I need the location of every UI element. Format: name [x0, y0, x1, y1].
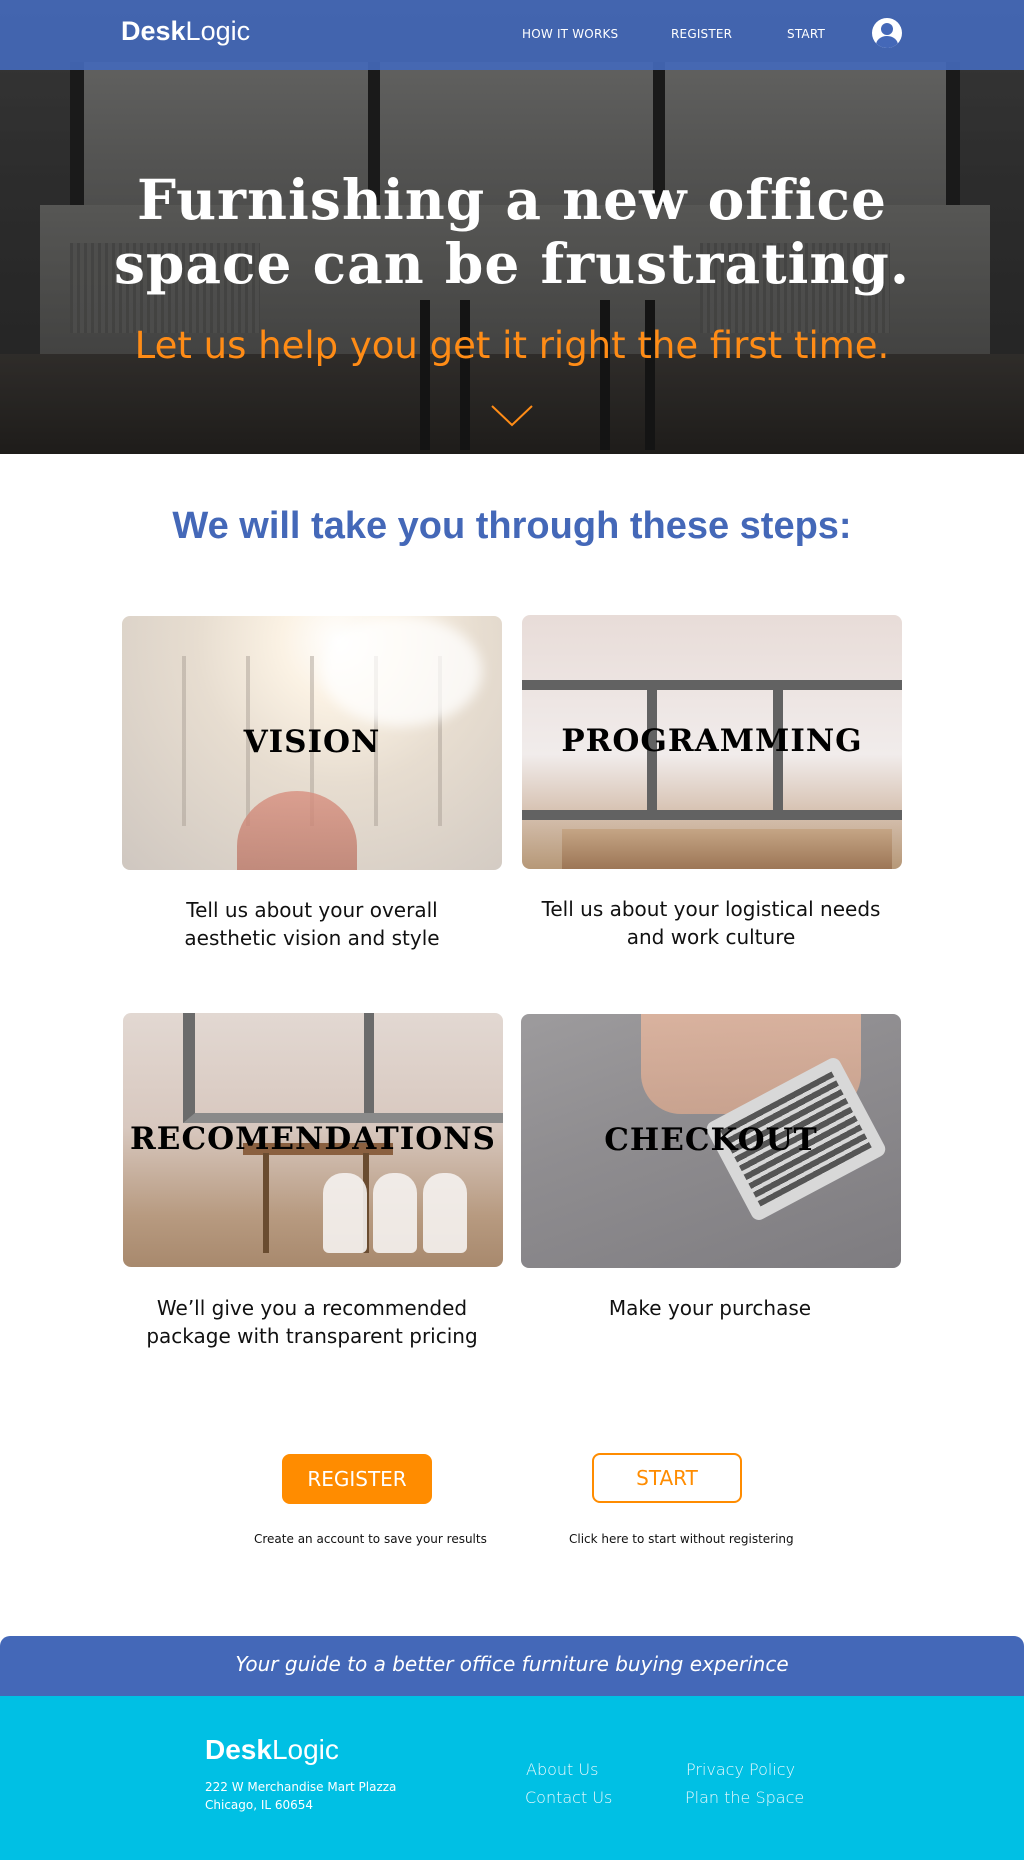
step-card-label: CHECKOUT [604, 1122, 818, 1158]
tagline-bar: Your guide to a better office furniture … [0, 1636, 1024, 1696]
step-description-recomendations: We’ll give you a recommended package wit… [112, 1294, 512, 1350]
footer-link-about-us[interactable]: About Us [526, 1760, 598, 1779]
card-image-chair [323, 1173, 367, 1253]
hero-section: DeskLogic HOW IT WORKS REGISTER START Fu… [0, 0, 1024, 454]
footer-link-plan-the-space[interactable]: Plan the Space [685, 1788, 804, 1807]
step-description-line: and work culture [626, 925, 796, 949]
footer-brand-logo[interactable]: DeskLogic [205, 1734, 339, 1766]
step-card-label: RECOMENDATIONS [130, 1121, 496, 1157]
avatar-shoulders [876, 36, 898, 48]
card-image-window [183, 1013, 503, 1123]
brand-logo-bold: Desk [205, 1734, 272, 1765]
avatar-head [881, 23, 893, 35]
card-image-glare [322, 616, 482, 726]
step-description-line: Make your purchase [608, 1296, 812, 1320]
register-button[interactable]: REGISTER [282, 1454, 432, 1504]
step-description-line: aesthetic vision and style [184, 926, 440, 950]
brand-logo-light: Logic [271, 1734, 339, 1765]
footer-tagline: Your guide to a better office furniture … [235, 1652, 789, 1676]
step-card-recomendations[interactable]: RECOMENDATIONS [123, 1013, 503, 1267]
steps-heading: We will take you through these steps: [172, 505, 852, 547]
nav-link-how-it-works[interactable]: HOW IT WORKS [522, 27, 618, 41]
hero-subtitle: Let us help you get it right the first t… [134, 324, 890, 367]
card-image-chair [373, 1173, 417, 1253]
site-footer: DeskLogic 222 W Merchandise Mart Plazza … [0, 1696, 1024, 1860]
step-card-label: PROGRAMMING [561, 723, 863, 759]
footer-link-privacy-policy[interactable]: Privacy Policy [686, 1760, 795, 1779]
brand-logo[interactable]: DeskLogic [121, 16, 250, 47]
step-description-line: We’ll give you a recommended [156, 1296, 468, 1320]
step-description-vision: Tell us about your overall aesthetic vis… [112, 896, 512, 952]
start-caption: Click here to start without registering [569, 1532, 794, 1546]
register-caption: Create an account to save your results [254, 1532, 487, 1546]
chevron-down-icon[interactable] [491, 404, 533, 428]
user-avatar-icon[interactable] [872, 18, 902, 48]
step-card-label: VISION [243, 724, 381, 760]
card-image-table-leg [263, 1153, 269, 1253]
step-description-line: Tell us about your overall [186, 898, 438, 922]
top-navbar: DeskLogic HOW IT WORKS REGISTER START [0, 0, 1024, 70]
step-card-vision[interactable]: VISION [122, 616, 502, 870]
step-card-checkout[interactable]: CHECKOUT [521, 1014, 901, 1268]
start-button[interactable]: START [592, 1453, 742, 1503]
step-description-line: package with transparent pricing [146, 1324, 478, 1348]
step-description-checkout: Make your purchase [510, 1294, 910, 1322]
nav-link-start[interactable]: START [787, 27, 825, 41]
card-image-table [562, 829, 892, 869]
step-card-programming[interactable]: PROGRAMMING [522, 615, 902, 869]
hero-title: Furnishing a new office space can be fru… [112, 168, 912, 296]
step-description-line: Tell us about your logistical needs [541, 897, 881, 921]
brand-logo-bold: Desk [121, 16, 186, 46]
hero-title-line-1: Furnishing a new office [136, 167, 887, 232]
footer-address-line-2: Chicago, IL 60654 [205, 1798, 314, 1812]
brand-logo-light: Logic [185, 16, 251, 46]
step-description-programming: Tell us about your logistical needs and … [511, 895, 911, 951]
footer-link-contact-us[interactable]: Contact Us [525, 1788, 612, 1807]
nav-link-register[interactable]: REGISTER [671, 27, 732, 41]
card-image-chair [423, 1173, 467, 1253]
footer-address-line-1: 222 W Merchandise Mart Plazza [205, 1780, 397, 1794]
hero-title-line-2: space can be frustrating. [113, 231, 911, 296]
